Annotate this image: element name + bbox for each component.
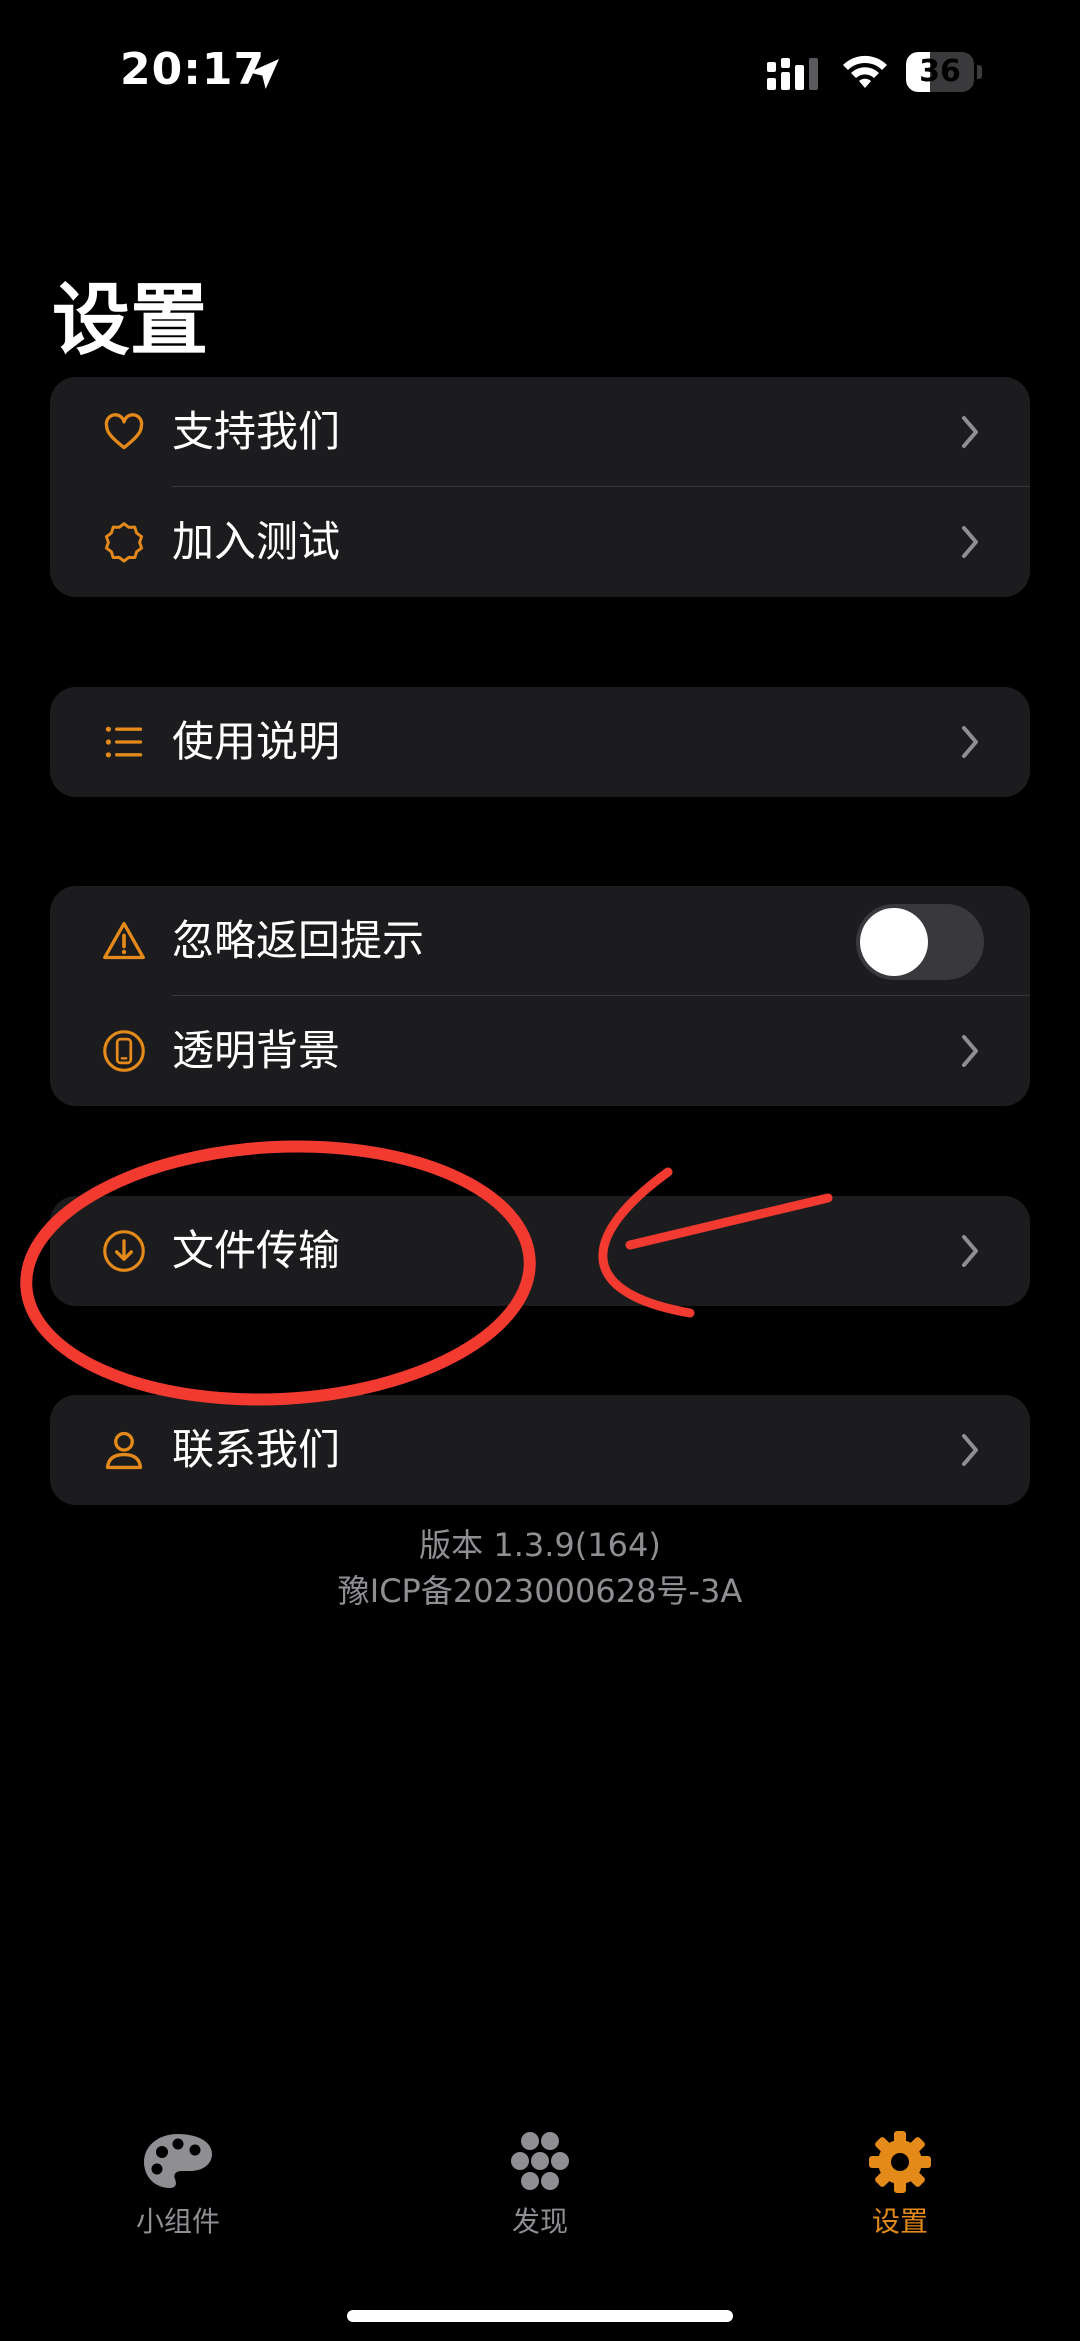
row-label: 使用说明	[172, 717, 341, 766]
chevron-right-icon	[962, 1235, 978, 1267]
row-instructions[interactable]: 使用说明	[50, 687, 1030, 797]
gear-icon	[869, 2131, 931, 2193]
battery-indicator: 36	[906, 52, 984, 92]
settings-group-contact: 联系我们	[50, 1395, 1030, 1505]
row-join-beta[interactable]: 加入测试	[50, 487, 1030, 597]
row-label: 透明背景	[172, 1026, 341, 1075]
row-transparent-background[interactable]: 透明背景	[50, 996, 1030, 1106]
palette-icon	[144, 2134, 212, 2188]
tab-label: 小组件	[135, 2205, 220, 2238]
chevron-right-icon	[962, 1434, 978, 1466]
settings-group-help: 使用说明	[50, 687, 1030, 797]
flower-icon	[511, 2132, 569, 2190]
row-label: 加入测试	[172, 517, 341, 566]
row-label: 忽略返回提示	[172, 916, 425, 965]
row-ignore-back-hint: 忽略返回提示	[50, 886, 1030, 996]
battery-percent: 36	[919, 54, 961, 89]
chevron-right-icon	[962, 526, 978, 558]
chevron-right-icon	[962, 726, 978, 758]
chevron-right-icon	[962, 1035, 978, 1067]
home-indicator[interactable]	[347, 2310, 733, 2322]
tab-discover[interactable]: 发现	[440, 2130, 640, 2240]
settings-group-support: 支持我们 加入测试	[50, 377, 1030, 597]
row-label: 文件传输	[172, 1226, 341, 1275]
heart-icon	[104, 413, 144, 450]
phone-icon	[103, 1030, 145, 1072]
tab-settings[interactable]: 设置	[800, 2130, 1000, 2240]
settings-group-transfer: 文件传输	[50, 1196, 1030, 1306]
row-support-us[interactable]: 支持我们	[50, 377, 1030, 487]
cellular-signal-icon	[767, 58, 818, 90]
chevron-right-icon	[962, 416, 978, 448]
wifi-icon	[843, 55, 887, 88]
tab-widgets[interactable]: 小组件	[78, 2130, 278, 2240]
page-title: 设置	[52, 276, 209, 366]
list-icon	[105, 726, 143, 758]
badge-icon	[104, 522, 144, 563]
icp-text: 豫ICP备2023000628号-3A	[337, 1572, 743, 1610]
toggle-knob	[860, 908, 928, 976]
row-label: 联系我们	[172, 1425, 341, 1474]
row-contact-us[interactable]: 联系我们	[50, 1395, 1030, 1505]
tab-bar: 小组件 发现 设置	[0, 2130, 1080, 2270]
download-icon	[103, 1230, 145, 1272]
version-text: 版本 1.3.9(164)	[419, 1526, 661, 1564]
ignore-back-hint-toggle[interactable]	[856, 904, 984, 980]
row-file-transfer[interactable]: 文件传输	[50, 1196, 1030, 1306]
tab-label: 设置	[871, 2205, 928, 2238]
status-bar: 20:17 36	[0, 0, 1080, 150]
row-label: 支持我们	[172, 407, 341, 456]
location-arrow-icon	[249, 59, 279, 89]
settings-group-display: 忽略返回提示 透明背景	[50, 886, 1030, 1106]
tab-label: 发现	[511, 2205, 568, 2238]
person-icon	[105, 1431, 143, 1470]
warning-icon	[103, 921, 145, 960]
